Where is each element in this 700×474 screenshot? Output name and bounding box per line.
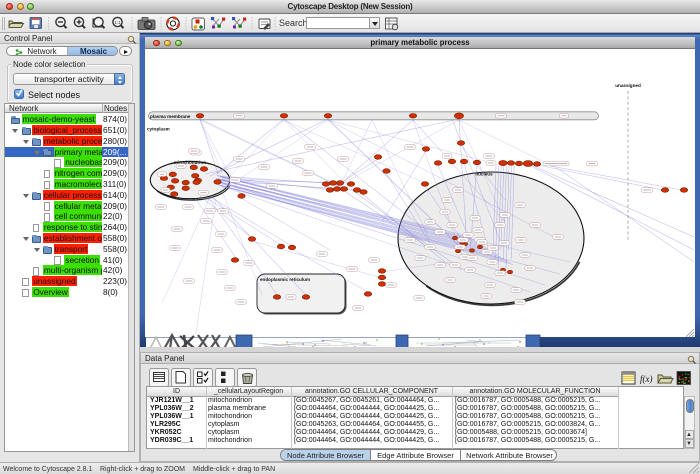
svg-text:unassigned: unassigned <box>615 83 641 88</box>
svg-text:cytoplasm: cytoplasm <box>147 127 170 132</box>
svg-text:f(x): f(x) <box>640 374 653 384</box>
svg-text:plasma membrane: plasma membrane <box>150 114 191 119</box>
svg-text:endoplasmic reticulum: endoplasmic reticulum <box>260 277 310 282</box>
svg-text:nucleus: nucleus <box>475 172 493 177</box>
svg-text:1:1: 1:1 <box>114 20 121 25</box>
